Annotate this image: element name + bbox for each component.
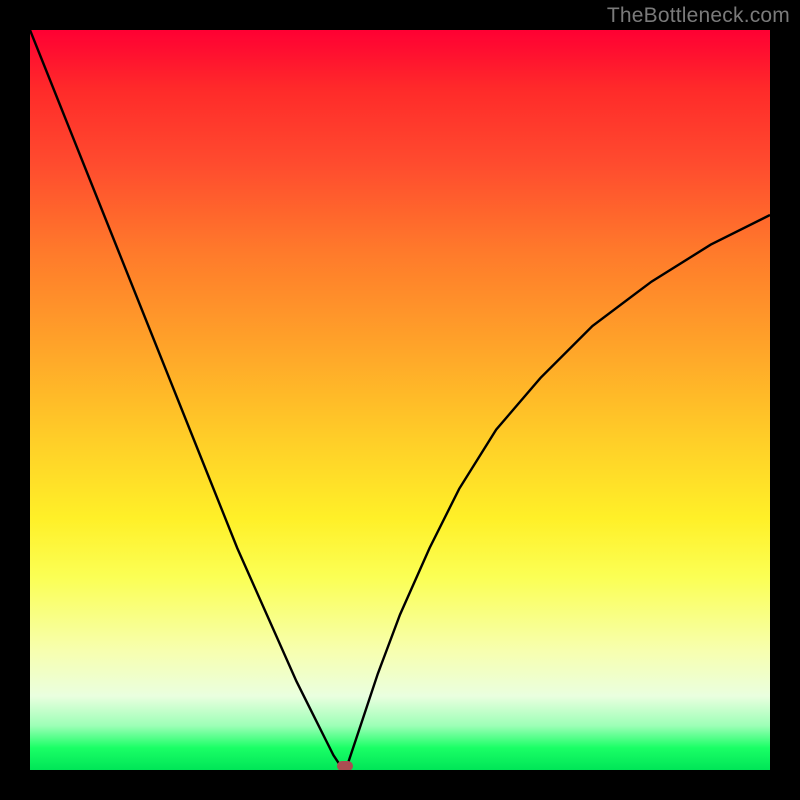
bottleneck-curve	[30, 30, 770, 770]
plot-area	[30, 30, 770, 770]
curve-left-segment	[30, 30, 341, 766]
watermark-text: TheBottleneck.com	[607, 4, 790, 28]
minimum-marker	[337, 761, 353, 770]
chart-frame: TheBottleneck.com	[0, 0, 800, 800]
curve-right-segment	[348, 215, 770, 763]
